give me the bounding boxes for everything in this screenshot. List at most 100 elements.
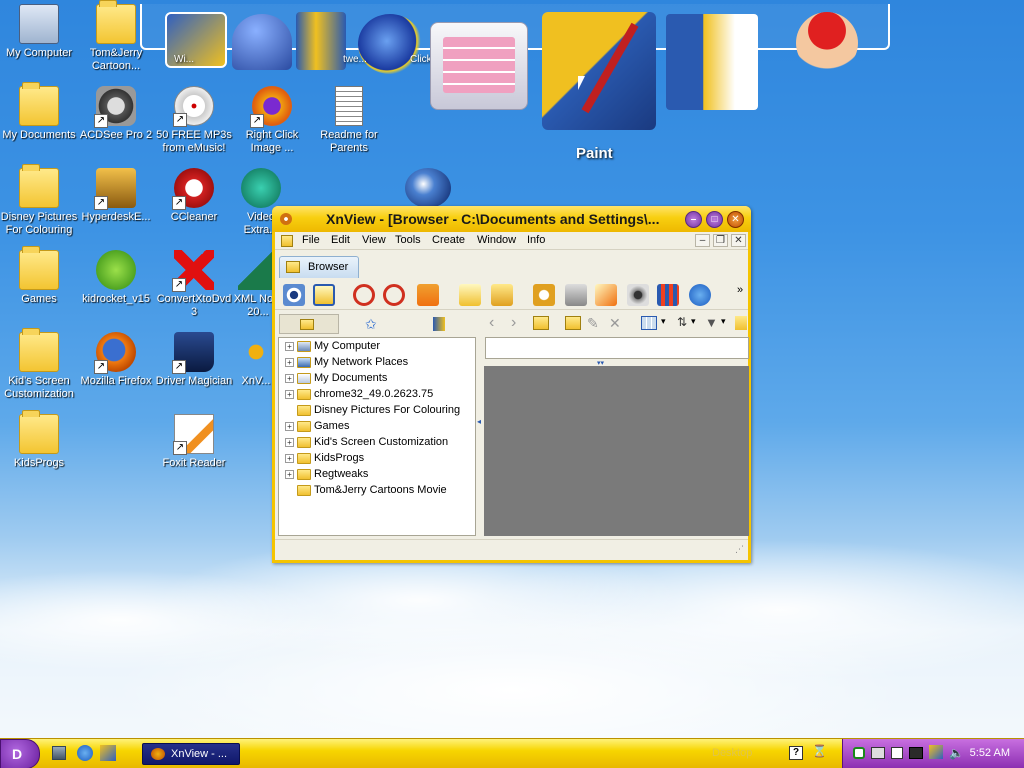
desktop-icon-ccleaner[interactable]: CCleaner <box>155 168 233 224</box>
dock-globe-icon[interactable] <box>358 14 422 74</box>
browser-toggle-icon[interactable] <box>313 284 335 306</box>
maximize-button[interactable]: □ <box>706 211 723 228</box>
expand-plus-icon[interactable]: + <box>285 453 294 463</box>
show-desktop-icon[interactable] <box>52 746 66 760</box>
web-globe-icon[interactable] <box>689 284 711 306</box>
xnview-app-icon[interactable] <box>280 213 292 225</box>
tree-item[interactable]: + Regtweaks <box>285 468 368 484</box>
desktop-icon-driver-magician[interactable]: Driver Magician <box>155 332 233 388</box>
hourglass-icon[interactable]: ⌛ <box>812 744 827 758</box>
menu-view[interactable]: View <box>362 234 386 246</box>
desktop-icon-kidsprogs[interactable]: KidsProgs <box>0 410 78 470</box>
dock-calendar-icon[interactable] <box>430 22 528 110</box>
menu-edit[interactable]: Edit <box>331 234 350 246</box>
tray-network-icon[interactable] <box>909 747 923 759</box>
tray-volume-icon[interactable]: 🔈 <box>949 746 964 760</box>
desktop-icon-firefox[interactable]: Mozilla Firefox <box>77 332 155 388</box>
close-button[interactable]: ✕ <box>727 211 744 228</box>
view-eye-icon[interactable] <box>283 284 305 306</box>
menu-info[interactable]: Info <box>527 234 545 246</box>
desktop-toolbar-label[interactable]: Desktop <box>712 747 752 759</box>
back-arrow-icon[interactable]: ‹ <box>489 314 494 332</box>
view-mode-dropdown-icon[interactable]: ▾ <box>661 316 666 327</box>
menu-file[interactable]: File <box>302 234 320 246</box>
tray-document-icon[interactable] <box>891 747 903 759</box>
tree-item[interactable]: + Kid's Screen Customization <box>285 436 448 452</box>
tree-item[interactable]: + chrome32_49.0.2623.75 <box>285 388 433 404</box>
desktop-icon-hyperdesk[interactable]: HyperdeskE... <box>77 168 155 224</box>
dock-paint-icon[interactable] <box>542 12 656 130</box>
resize-grip-icon[interactable]: ⋰ <box>735 544 744 555</box>
mdi-document-icon[interactable] <box>281 235 293 247</box>
desktop-icon-acdsee[interactable]: ACDSee Pro 2 <box>77 86 155 142</box>
desktop-icon-convertxtodvd[interactable]: ConvertXtoDvd 3 <box>155 250 233 319</box>
minimize-button[interactable]: – <box>685 211 702 228</box>
splitter[interactable]: ◂ <box>477 337 483 536</box>
menu-tools[interactable]: Tools <box>395 234 421 246</box>
folder-tree[interactable]: + My Computer + My Network Places + My Docume… <box>278 337 476 536</box>
tree-item[interactable]: + My Computer <box>285 340 380 356</box>
favorites-tab[interactable]: ✩ <box>343 314 405 334</box>
address-bar[interactable] <box>485 337 749 359</box>
filter-dropdown-icon[interactable]: ▾ <box>721 316 726 327</box>
expand-plus-icon[interactable]: + <box>285 389 294 399</box>
desktop-icon-kidrocket[interactable]: kidrocket_v15 <box>77 250 155 306</box>
slideshow-icon[interactable] <box>533 284 555 306</box>
filter-icon[interactable]: ▼ <box>705 315 718 330</box>
start-button[interactable]: D <box>0 739 40 768</box>
desktop-icon-readme[interactable]: Readme for Parents <box>310 86 388 155</box>
parent-folder-icon[interactable] <box>533 316 549 330</box>
more-icon[interactable] <box>735 316 747 330</box>
desktop-icon-right-click-image[interactable]: Right Click Image ... <box>233 86 311 155</box>
tree-item[interactable]: Disney Pictures For Colouring <box>285 404 460 420</box>
view-mode-icon[interactable] <box>641 316 657 330</box>
dock-folder-icon[interactable] <box>296 12 346 70</box>
mdi-close-button[interactable]: ✕ <box>731 234 746 247</box>
expand-plus-icon[interactable]: + <box>285 469 294 479</box>
expand-plus-icon[interactable]: + <box>285 437 294 447</box>
tree-item[interactable]: + KidsProgs <box>285 452 364 468</box>
window-titlebar[interactable]: XnView - [Browser - C:\Documents and Set… <box>272 206 751 232</box>
tree-item[interactable]: + Games <box>285 420 349 436</box>
expand-plus-icon[interactable]: + <box>285 421 294 431</box>
tray-app-icon[interactable] <box>853 747 865 759</box>
sort-icon[interactable]: ⇅ <box>677 315 687 329</box>
dock-wizard-icon[interactable] <box>232 14 292 70</box>
rename-pencil-icon[interactable]: ✎ <box>587 315 599 332</box>
taskbar-button-xnview[interactable]: XnView - ... <box>142 743 240 765</box>
select-files-icon[interactable] <box>459 284 481 306</box>
file-list-pane[interactable] <box>484 366 749 536</box>
dock-folder-star-icon[interactable] <box>666 14 758 110</box>
tab-browser[interactable]: Browser <box>279 256 359 278</box>
quicklaunch-wand-icon[interactable] <box>100 745 116 761</box>
print-icon[interactable] <box>565 284 587 306</box>
open-folder-icon[interactable] <box>491 284 513 306</box>
desktop-icon-my-documents[interactable]: My Documents <box>0 82 78 142</box>
export-icon[interactable] <box>595 284 617 306</box>
desktop-icon-my-computer[interactable]: My Computer <box>0 4 78 60</box>
desktop-icon-games[interactable]: Games <box>0 246 78 306</box>
dock-mario-icon[interactable] <box>796 12 858 74</box>
folders-tab[interactable] <box>279 314 339 334</box>
expand-plus-icon[interactable]: + <box>285 341 294 351</box>
sort-dropdown-icon[interactable]: ▾ <box>691 316 696 327</box>
capture-camera-icon[interactable] <box>627 284 649 306</box>
convert-icon[interactable] <box>417 284 439 306</box>
tree-item[interactable]: + My Network Places <box>285 356 408 372</box>
internet-explorer-icon[interactable] <box>77 745 93 761</box>
tree-item[interactable]: + My Documents <box>285 372 387 388</box>
yu-icon[interactable] <box>405 168 451 208</box>
categories-tab[interactable] <box>409 314 471 334</box>
expand-plus-icon[interactable]: + <box>285 357 294 367</box>
rotate-left-icon[interactable] <box>353 284 375 306</box>
desktop-icon-kids-screen[interactable]: Kid's Screen Customization <box>0 328 78 401</box>
mdi-restore-button[interactable]: ❐ <box>713 234 728 247</box>
filmstrip-icon[interactable] <box>657 284 679 306</box>
desktop-icon-foxit[interactable]: Foxit Reader <box>155 414 233 470</box>
rotate-right-icon[interactable] <box>383 284 405 306</box>
help-icon[interactable]: ? <box>789 746 803 760</box>
tree-item[interactable]: Tom&Jerry Cartoons Movie <box>285 484 447 500</box>
menu-create[interactable]: Create <box>432 234 465 246</box>
forward-arrow-icon[interactable]: › <box>511 314 516 332</box>
expand-plus-icon[interactable]: + <box>285 373 294 383</box>
